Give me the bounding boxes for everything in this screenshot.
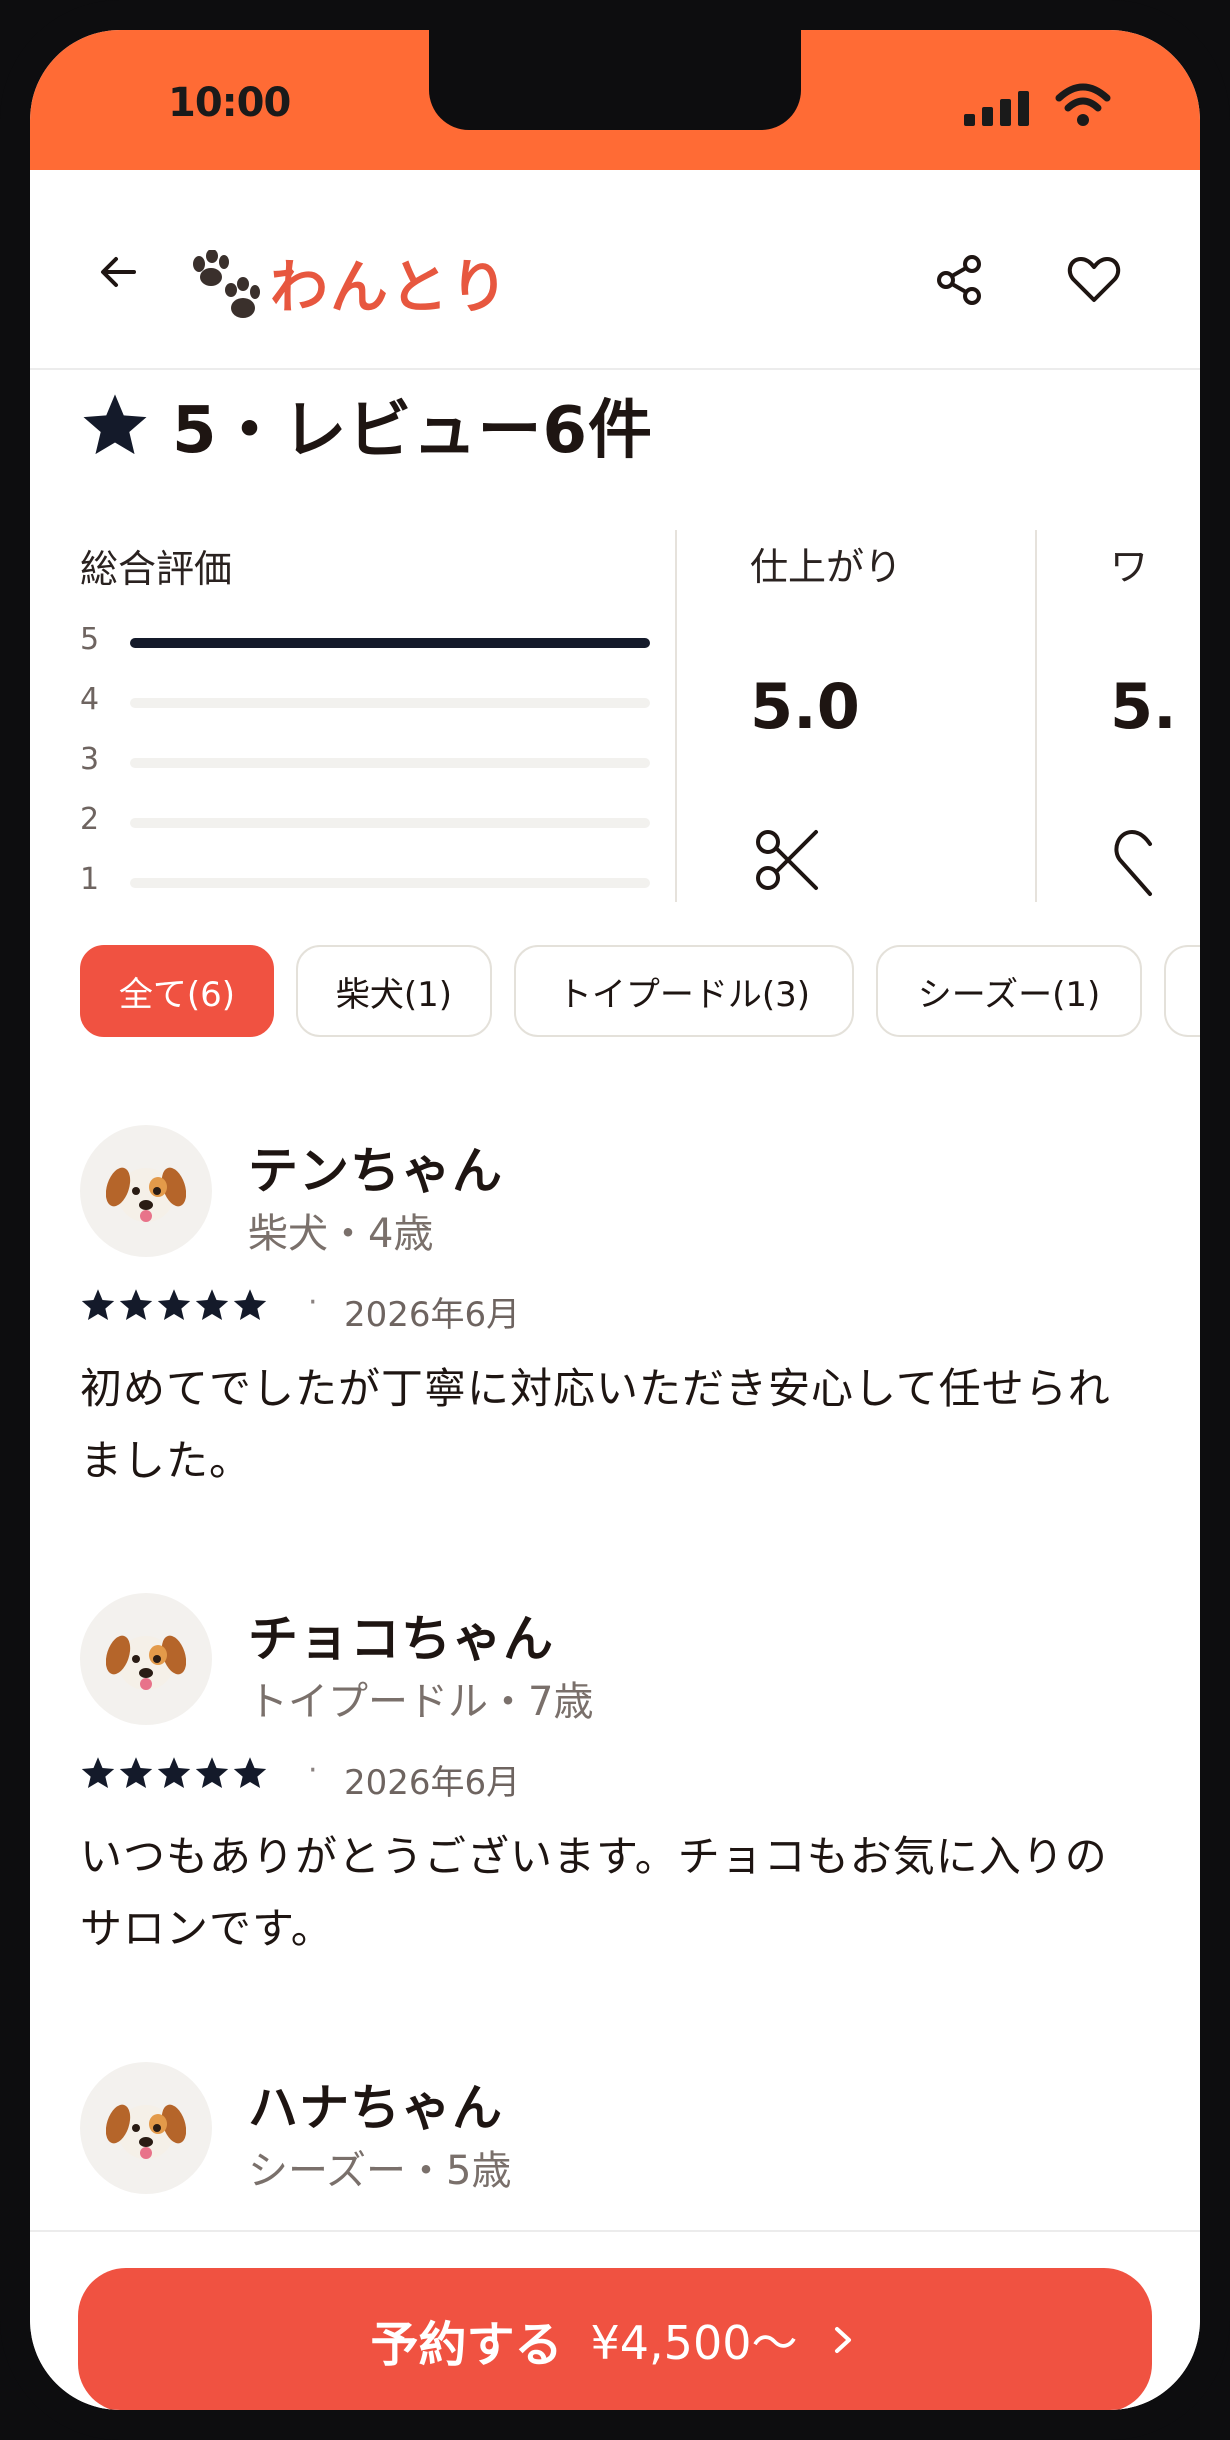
- reviewer-pet-info: シーズー・5歳: [248, 2148, 512, 2194]
- rating-bar-row: 3: [80, 742, 650, 782]
- notch: [429, 30, 801, 130]
- review-text: 初めてでしたが丁寧に対応いただき安心して任せられました。: [80, 1364, 1111, 1485]
- overall-label: 総合評価: [80, 547, 233, 591]
- star-icon: [195, 1757, 229, 1788]
- scissors-icon: [756, 830, 818, 890]
- category-rating-finish: 仕上がり 5.0: [750, 530, 1050, 910]
- rating-summary: 5・レビュー6件: [80, 385, 653, 468]
- star-icon: [195, 1289, 229, 1320]
- rating-bar-row: 4: [80, 682, 650, 722]
- rating-title: 5・レビュー6件: [172, 394, 654, 468]
- filter-chip-toy-poodle[interactable]: トイプードル(3): [514, 945, 854, 1037]
- star-rating: [80, 1755, 270, 1795]
- rating-bar-track: [130, 638, 650, 648]
- status-time: 10:00: [168, 80, 291, 126]
- favorite-heart-icon[interactable]: [1066, 254, 1122, 306]
- filter-chip-partial[interactable]: [1164, 945, 1200, 1037]
- star-rating: [80, 1287, 270, 1327]
- dog-face-icon: [106, 1167, 186, 1222]
- bottom-action-bar: 予約する ¥4,500〜: [30, 2230, 1200, 2410]
- rating-bar-label: 5: [80, 622, 100, 657]
- rating-bar-row: 5: [80, 622, 650, 662]
- star-icon: [233, 1289, 267, 1320]
- star-icon: [81, 1757, 115, 1788]
- rating-bar-row: 1: [80, 862, 650, 902]
- status-bar: 10:00: [30, 30, 1200, 170]
- review-card: テンちゃん 柴犬・4歳 · 2026年6月 初めてでしたが丁寧に対応いただき安心…: [80, 1125, 1160, 1525]
- category-label: ワ: [1110, 545, 1149, 589]
- category-value: 5.0: [750, 670, 860, 743]
- avatar: [80, 1593, 212, 1725]
- app-logo-text: わんとり: [270, 253, 511, 321]
- rating-bar-label: 3: [80, 742, 100, 777]
- star-icon: [119, 1757, 153, 1788]
- reserve-button-price: ¥4,500〜: [590, 2316, 798, 2370]
- category-divider: [675, 530, 677, 902]
- share-icon[interactable]: [932, 252, 988, 308]
- rating-bar-track: [130, 878, 650, 888]
- star-icon: [119, 1289, 153, 1320]
- rating-bar-track: [130, 758, 650, 768]
- rating-bar-label: 1: [80, 862, 100, 897]
- review-card: チョコちゃん トイプードル・7歳 · 2026年6月 いつもありがとうございます…: [80, 1593, 1160, 1993]
- avatar: [80, 2062, 212, 2194]
- star-icon: [157, 1757, 191, 1788]
- rating-bar-row: 2: [80, 802, 650, 842]
- category-rating-partial: ワ 5.: [1110, 530, 1200, 910]
- dog-face-icon: [106, 1635, 186, 1690]
- review-text: いつもありがとうございます。チョコもお気に入りのサロンです。: [80, 1832, 1108, 1953]
- review-card: ハナちゃん シーズー・5歳: [80, 2062, 1160, 2222]
- reserve-button[interactable]: 予約する ¥4,500〜: [78, 2268, 1152, 2410]
- category-value: 5.: [1110, 670, 1177, 743]
- heart-partial-icon: [1114, 829, 1152, 896]
- paw-logo-icon: [193, 250, 260, 318]
- star-icon: [83, 394, 147, 455]
- reviewer-name: ハナちゃん: [248, 2079, 503, 2137]
- reviewer-pet-info: トイプードル・7歳: [248, 1679, 594, 1725]
- reviewer-pet-info: 柴犬・4歳: [248, 1211, 434, 1257]
- rating-bar-fill: [130, 638, 650, 648]
- reviewer-name: チョコちゃん: [248, 1610, 554, 1668]
- screen: 10:00 わんとり 5・レビュー6件 総合評価 5 4 3 2 1 仕上がり …: [30, 30, 1200, 2410]
- overall-rating-breakdown: 総合評価 5 4 3 2 1: [80, 530, 650, 910]
- reviewer-name: テンちゃん: [248, 1142, 503, 1200]
- category-label: 仕上がり: [750, 545, 903, 589]
- rating-bar-track: [130, 818, 650, 828]
- separator-dot: ·: [308, 1753, 318, 1788]
- star-icon: [233, 1757, 267, 1788]
- signal-icon: [964, 91, 1029, 126]
- top-app-bar: わんとり: [30, 170, 1200, 370]
- star-icon: [157, 1289, 191, 1320]
- review-date: 2026年6月: [344, 1763, 521, 1803]
- dog-face-icon: [106, 2104, 186, 2159]
- avatar: [80, 1125, 212, 1257]
- phone-frame: 10:00 わんとり 5・レビュー6件 総合評価 5 4 3 2 1 仕上がり …: [0, 0, 1230, 2440]
- wifi-icon: [1055, 83, 1111, 126]
- star-icon: [81, 1289, 115, 1320]
- separator-dot: ·: [308, 1285, 318, 1320]
- review-date: 2026年6月: [344, 1295, 521, 1335]
- filter-chip-shih-tzu[interactable]: シーズー(1): [876, 945, 1142, 1037]
- rating-bar-track: [130, 698, 650, 708]
- chevron-right-icon: [835, 2327, 852, 2353]
- back-arrow-icon[interactable]: [90, 242, 150, 302]
- filter-chip-all[interactable]: 全て(6): [80, 945, 274, 1037]
- reserve-button-label: 予約する: [370, 2317, 563, 2373]
- category-divider: [1035, 530, 1037, 902]
- rating-bar-label: 4: [80, 682, 100, 717]
- filter-chip-shiba[interactable]: 柴犬(1): [296, 945, 492, 1037]
- rating-bar-label: 2: [80, 802, 100, 837]
